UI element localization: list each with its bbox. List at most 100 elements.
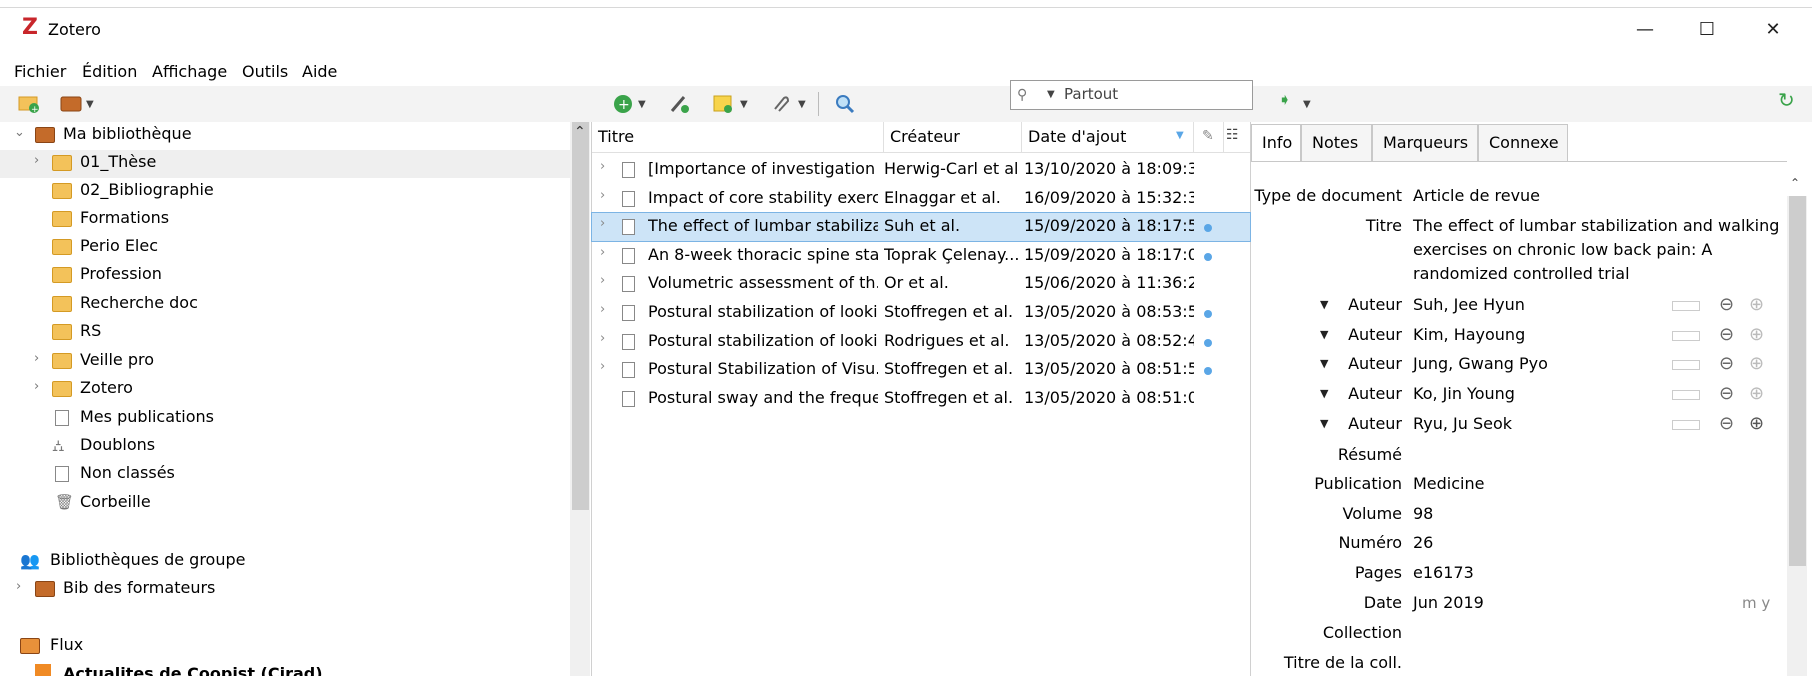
tree-item-collection[interactable]: › 01_Thèse xyxy=(0,150,570,178)
remove-author-icon[interactable]: ⊖ xyxy=(1719,353,1734,374)
new-collection-icon[interactable]: + xyxy=(18,93,40,115)
menu-view[interactable]: Affichage xyxy=(152,62,227,81)
tree-item-my-publications[interactable]: Mes publications xyxy=(0,405,570,433)
add-author-icon[interactable]: ⊕ xyxy=(1749,413,1764,434)
item-row[interactable]: › Postural stabilization of looki... Rodri… xyxy=(592,328,1250,356)
collections-scrollbar[interactable] xyxy=(570,122,590,676)
new-library-dropdown-icon[interactable]: ▼ xyxy=(86,99,94,110)
tree-item-collection[interactable]: 02_Bibliographie xyxy=(0,178,570,206)
add-by-identifier-icon[interactable] xyxy=(668,93,690,115)
scrollbar-thumb[interactable] xyxy=(572,122,589,510)
switch-field-mode-icon[interactable] xyxy=(1672,419,1700,430)
expand-chevron-icon[interactable]: › xyxy=(600,302,605,317)
remove-author-icon[interactable]: ⊖ xyxy=(1719,324,1734,345)
tree-item-trash[interactable]: 🗑 Corbeille xyxy=(0,490,570,518)
item-pane-scrollbar[interactable] xyxy=(1787,196,1807,676)
item-row[interactable]: › Volumetric assessment of th... Or et al.… xyxy=(592,270,1250,298)
tree-item-group[interactable]: › Bib des formateurs xyxy=(0,576,570,604)
expand-chevron-icon[interactable]: › xyxy=(600,273,605,288)
locate-icon[interactable]: ➧ xyxy=(1278,90,1291,109)
search-scope-dropdown-icon[interactable]: ▼ xyxy=(1047,89,1055,100)
menu-help[interactable]: Aide xyxy=(302,62,337,81)
field-value-title-line[interactable]: exercises on chronic low back pain: A xyxy=(1413,240,1712,259)
item-row[interactable]: › Impact of core stability exerc... Elnagg… xyxy=(592,185,1250,213)
tree-item-collection[interactable]: Profession xyxy=(0,262,570,290)
scrollbar-thumb[interactable] xyxy=(1789,196,1806,566)
tab-info[interactable]: Info xyxy=(1251,124,1301,162)
attachment-dot-icon[interactable] xyxy=(1204,224,1212,233)
field-value-author[interactable]: Jung, Gwang Pyo xyxy=(1413,354,1548,373)
tree-item-feed[interactable]: Actualites de Coopist (Cirad) xyxy=(0,660,570,676)
switch-field-mode-icon[interactable] xyxy=(1672,390,1700,401)
tab-related[interactable]: Connexe xyxy=(1478,124,1568,162)
add-attachment-dropdown-icon[interactable]: ▼ xyxy=(798,99,806,110)
expand-chevron-icon[interactable]: › xyxy=(34,379,39,394)
expand-chevron-icon[interactable]: › xyxy=(600,245,605,260)
switch-field-mode-icon[interactable] xyxy=(1672,330,1700,341)
menu-tools[interactable]: Outils xyxy=(242,62,288,81)
new-note-dropdown-icon[interactable]: ▼ xyxy=(740,99,748,110)
item-row[interactable]: › Postural stabilization of looki... Stoff… xyxy=(592,299,1250,327)
expand-chevron-icon[interactable]: › xyxy=(600,159,605,174)
minimize-button[interactable]: — xyxy=(1630,16,1660,42)
expand-chevron-icon[interactable]: › xyxy=(34,153,39,168)
tree-item-collection[interactable]: Formations xyxy=(0,206,570,234)
add-attachment-icon[interactable] xyxy=(770,93,792,115)
menu-file[interactable]: Fichier xyxy=(14,62,66,81)
remove-author-icon[interactable]: ⊖ xyxy=(1719,294,1734,315)
new-note-icon[interactable] xyxy=(712,93,734,115)
expand-chevron-icon[interactable]: › xyxy=(600,188,605,203)
menu-edit[interactable]: Édition xyxy=(82,62,137,81)
new-item-dropdown-icon[interactable]: ▼ xyxy=(638,99,646,110)
item-row[interactable]: › The effect of lumbar stabiliza... Suh et… xyxy=(591,212,1251,243)
field-value-title-line[interactable]: randomized controlled trial xyxy=(1413,264,1630,283)
tree-item-my-library[interactable]: ⌄ Ma bibliothèque xyxy=(0,122,570,150)
switch-field-mode-icon[interactable] xyxy=(1672,360,1700,371)
remove-author-icon[interactable]: ⊖ xyxy=(1719,383,1734,404)
tree-item-collection[interactable]: › Veille pro xyxy=(0,348,570,376)
advanced-search-icon[interactable] xyxy=(834,93,856,115)
close-button[interactable]: ✕ xyxy=(1758,16,1788,42)
attachment-dot-icon[interactable] xyxy=(1204,310,1212,318)
search-scope-label[interactable]: Partout xyxy=(1064,85,1118,103)
attachment-dot-icon[interactable] xyxy=(1204,252,1212,261)
column-picker-icon[interactable]: ☷ xyxy=(1226,127,1239,143)
column-creator-header[interactable]: Créateur xyxy=(884,122,1022,152)
tab-notes[interactable]: Notes xyxy=(1301,124,1372,162)
expand-chevron-icon[interactable]: › xyxy=(16,579,21,594)
field-value-item-type[interactable]: Article de revue xyxy=(1413,186,1540,205)
field-value-date[interactable]: Jun 2019 xyxy=(1413,593,1484,612)
add-author-icon[interactable]: ⊕ xyxy=(1749,294,1764,315)
add-author-icon[interactable]: ⊕ xyxy=(1749,353,1764,374)
tree-item-feeds[interactable]: Flux xyxy=(0,633,570,661)
field-value-author[interactable]: Kim, Hayoung xyxy=(1413,325,1525,344)
field-value-publication[interactable]: Medicine xyxy=(1413,474,1484,493)
field-value-author[interactable]: Suh, Jee Hyun xyxy=(1413,295,1525,314)
new-library-icon[interactable] xyxy=(60,93,82,115)
maximize-button[interactable]: ☐ xyxy=(1692,16,1722,42)
tree-item-collection[interactable]: Perio Elec xyxy=(0,234,570,262)
field-value-author[interactable]: Ryu, Ju Seok xyxy=(1413,414,1512,433)
scroll-up-icon[interactable]: ⌃ xyxy=(1790,176,1800,190)
collapse-chevron-icon[interactable]: ⌄ xyxy=(14,125,25,140)
tree-item-collection[interactable]: Recherche doc xyxy=(0,291,570,319)
item-row[interactable]: › Postural Stabilization of Visu... Stoffr… xyxy=(592,356,1250,384)
tree-item-unfiled[interactable]: Non classés xyxy=(0,461,570,489)
switch-field-mode-icon[interactable] xyxy=(1672,301,1700,311)
column-title-header[interactable]: Titre xyxy=(592,122,884,152)
tab-tags[interactable]: Marqueurs xyxy=(1372,124,1478,162)
tree-item-collection[interactable]: RS xyxy=(0,319,570,347)
locate-dropdown-icon[interactable]: ▼ xyxy=(1303,99,1311,110)
attachment-dot-icon[interactable] xyxy=(1204,367,1212,376)
field-value-author[interactable]: Ko, Jin Young xyxy=(1413,384,1515,403)
field-value-title-line[interactable]: The effect of lumbar stabilization and w… xyxy=(1413,216,1779,235)
add-author-icon[interactable]: ⊕ xyxy=(1749,383,1764,404)
expand-chevron-icon[interactable]: › xyxy=(600,359,605,374)
item-row[interactable]: › An 8-week thoracic spine sta... Toprak Ç… xyxy=(592,242,1250,270)
attachment-column-icon[interactable]: ✎ xyxy=(1194,122,1224,152)
expand-chevron-icon[interactable]: › xyxy=(600,331,605,346)
sync-icon[interactable]: ↻ xyxy=(1778,88,1795,112)
tree-item-duplicates[interactable]: ⛼ Doublons xyxy=(0,433,570,461)
expand-chevron-icon[interactable]: › xyxy=(34,351,39,366)
expand-chevron-icon[interactable]: › xyxy=(600,216,605,231)
